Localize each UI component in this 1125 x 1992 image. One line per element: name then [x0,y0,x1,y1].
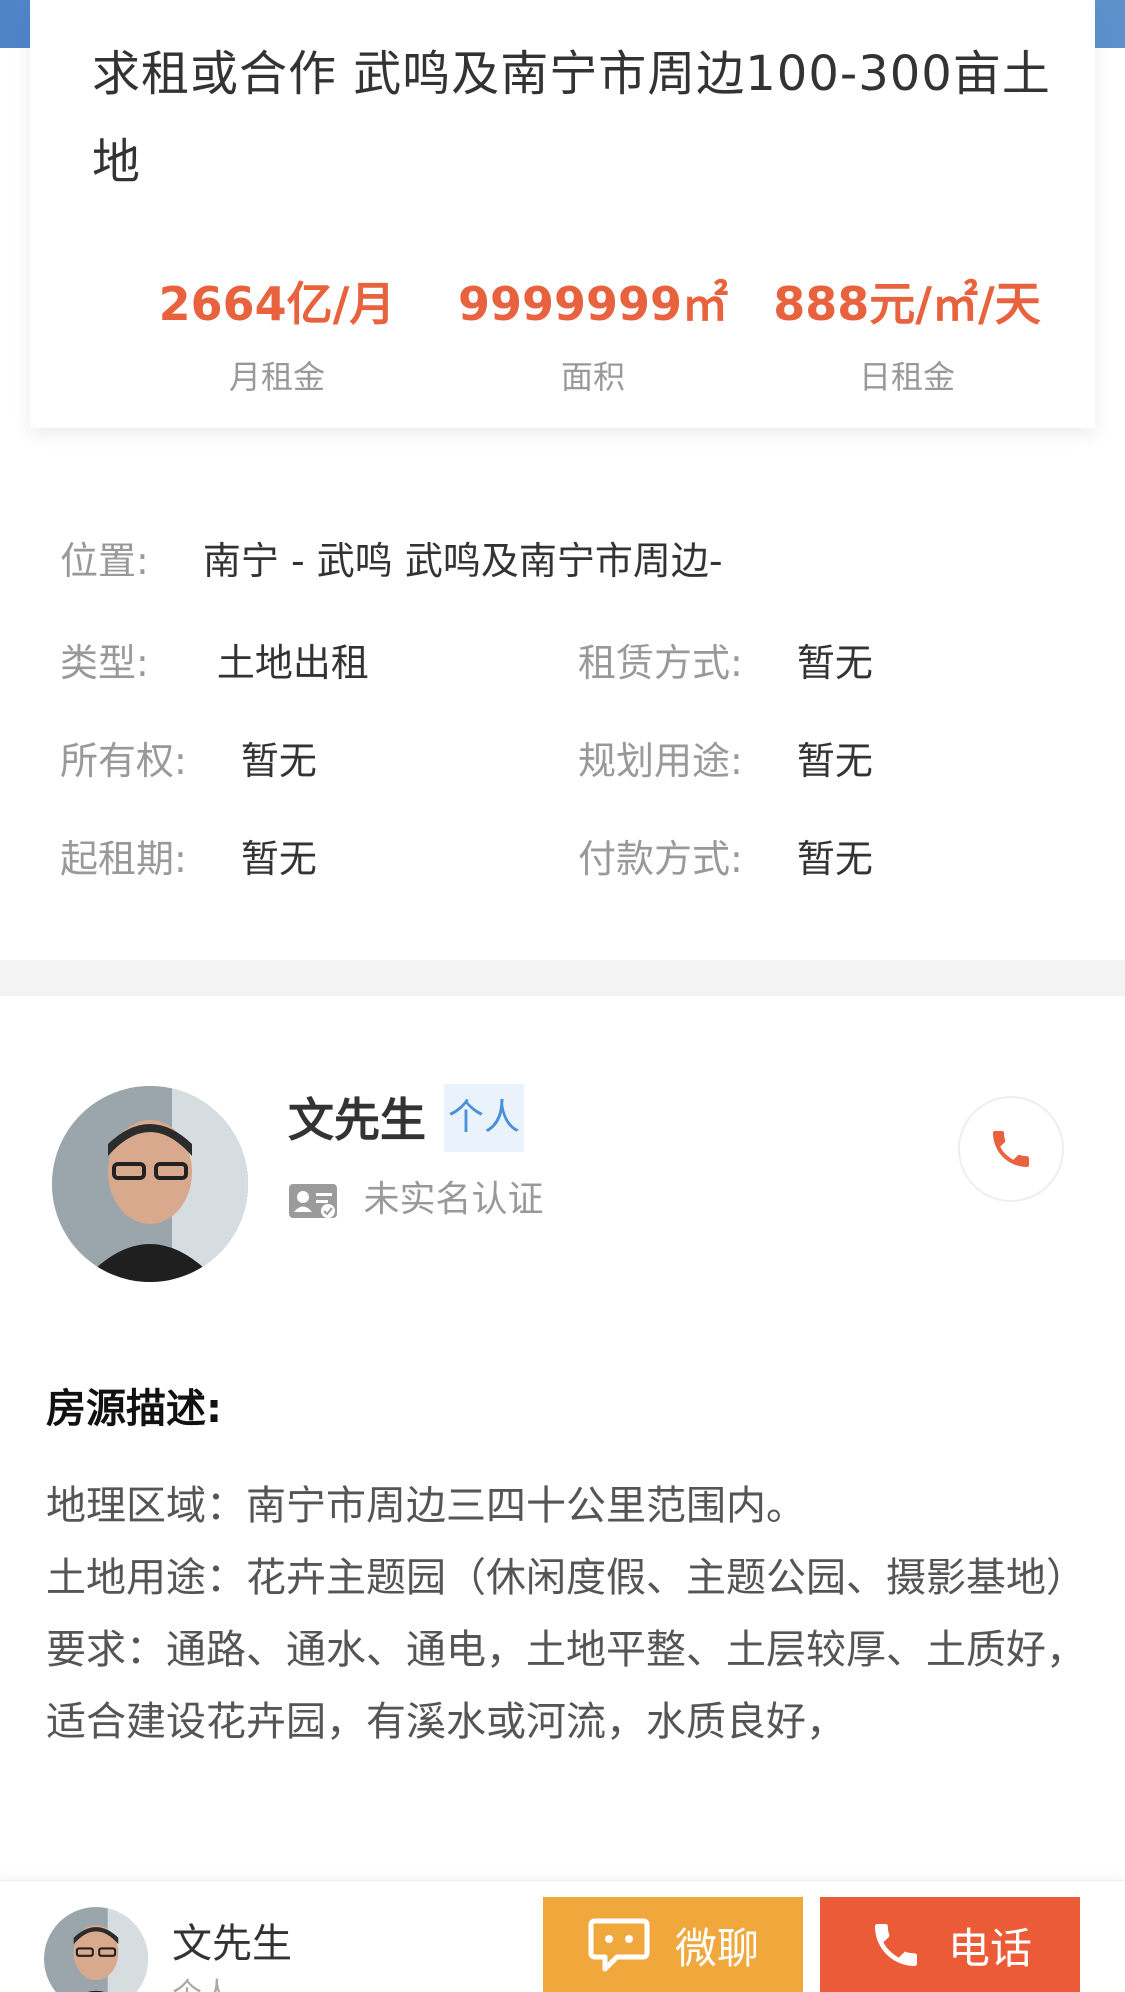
bottom-action-bar: 文先生 个人 微聊 电话 [0,1880,1125,1992]
stat-label: 面积 [560,358,625,396]
listing-summary-card: 求租或合作 武鸣及南宁市周边100-300亩土地 2664亿/月 月租金 999… [30,0,1095,428]
info-value: 暂无 [796,641,873,685]
id-card-icon [288,1181,338,1221]
stat-label: 月租金 [228,358,325,396]
info-label: 位置: [60,539,149,583]
info-start-date: 起租期: 暂无 [60,828,317,883]
info-value: 暂无 [796,837,873,881]
info-type: 类型: 土地出租 [60,632,369,687]
description-line: 地理区域：南宁市周边三四十公里范围内。 [46,1483,806,1529]
info-value: 南宁 - 武鸣 武鸣及南宁市周边- [202,539,723,583]
info-payment: 付款方式: 暂无 [578,828,873,883]
description-line: 土地用途：花卉主题园（休闲度假、主题公园、摄影基地） [46,1555,1086,1601]
info-ownership: 所有权: 暂无 [60,730,317,785]
info-location: 位置: 南宁 - 武鸣 武鸣及南宁市周边- [60,530,723,585]
avatar[interactable] [52,1086,248,1282]
stat-monthly-rent: 2664亿/月 月租金 [122,268,432,398]
owner-type-badge: 个人 [172,1969,232,1992]
info-value: 土地出租 [216,641,369,685]
verification-text: 未实名认证 [363,1179,544,1220]
owner-name: 文先生 [172,1921,292,1967]
stat-daily-rent: 888元/㎡/天 日租金 [742,268,1072,398]
phone-button-label: 电话 [947,1923,1032,1973]
verification-status: 未实名认证 [288,1170,543,1222]
info-value: 暂无 [240,837,317,881]
info-value: 暂无 [796,739,873,783]
chat-button-label: 微聊 [674,1923,759,1973]
description-body: 地理区域：南宁市周边三四十公里范围内。 土地用途：花卉主题园（休闲度假、主题公园… [46,1470,1086,1758]
info-value: 暂无 [240,739,317,783]
info-label: 付款方式: [578,837,743,881]
listing-detail-page: 求租或合作 武鸣及南宁市周边100-300亩土地 2664亿/月 月租金 999… [0,0,1125,1992]
stat-area: 9999999㎡ 面积 [428,268,758,398]
chat-bubble-icon [588,1918,650,1972]
listing-title: 求租或合作 武鸣及南宁市周边100-300亩土地 [92,46,1051,190]
description-line: 要求：通路、通水、通电，土地平整、土层较厚、土质好，适合建设花卉园，有溪水或河流… [46,1627,1086,1745]
call-button[interactable] [958,1096,1064,1202]
avatar[interactable] [44,1907,148,1992]
owner-block: 文先生 个人 未实名认证 [0,1060,1125,1290]
listing-stats: 2664亿/月 月租金 9999999㎡ 面积 888元/㎡/天 日租金 [30,268,1095,408]
stat-value: 9999999㎡ [457,277,729,331]
info-planned-use: 规划用途: 暂无 [578,730,873,785]
section-divider [0,960,1125,996]
chat-button[interactable]: 微聊 [543,1897,803,1992]
phone-icon [993,1131,1029,1167]
stat-value: 888元/㎡/天 [773,277,1041,331]
info-label: 起租期: [60,837,187,881]
info-label: 租赁方式: [578,641,743,685]
stat-label: 日租金 [858,358,955,396]
info-label: 规划用途: [578,739,743,783]
listing-info: 位置: 南宁 - 武鸣 武鸣及南宁市周边- 类型: 土地出租 租赁方式: 暂无 … [0,460,1125,960]
info-lease-method: 租赁方式: 暂无 [578,632,873,687]
owner-name: 文先生 [288,1093,426,1147]
owner-type-badge: 个人 [444,1084,525,1152]
info-label: 所有权: [60,739,187,783]
description-title: 房源描述: [46,1386,222,1432]
info-label: 类型: [60,641,149,685]
phone-button[interactable]: 电话 [820,1897,1080,1992]
phone-icon [874,1924,917,1966]
stat-value: 2664亿/月 [158,277,396,331]
